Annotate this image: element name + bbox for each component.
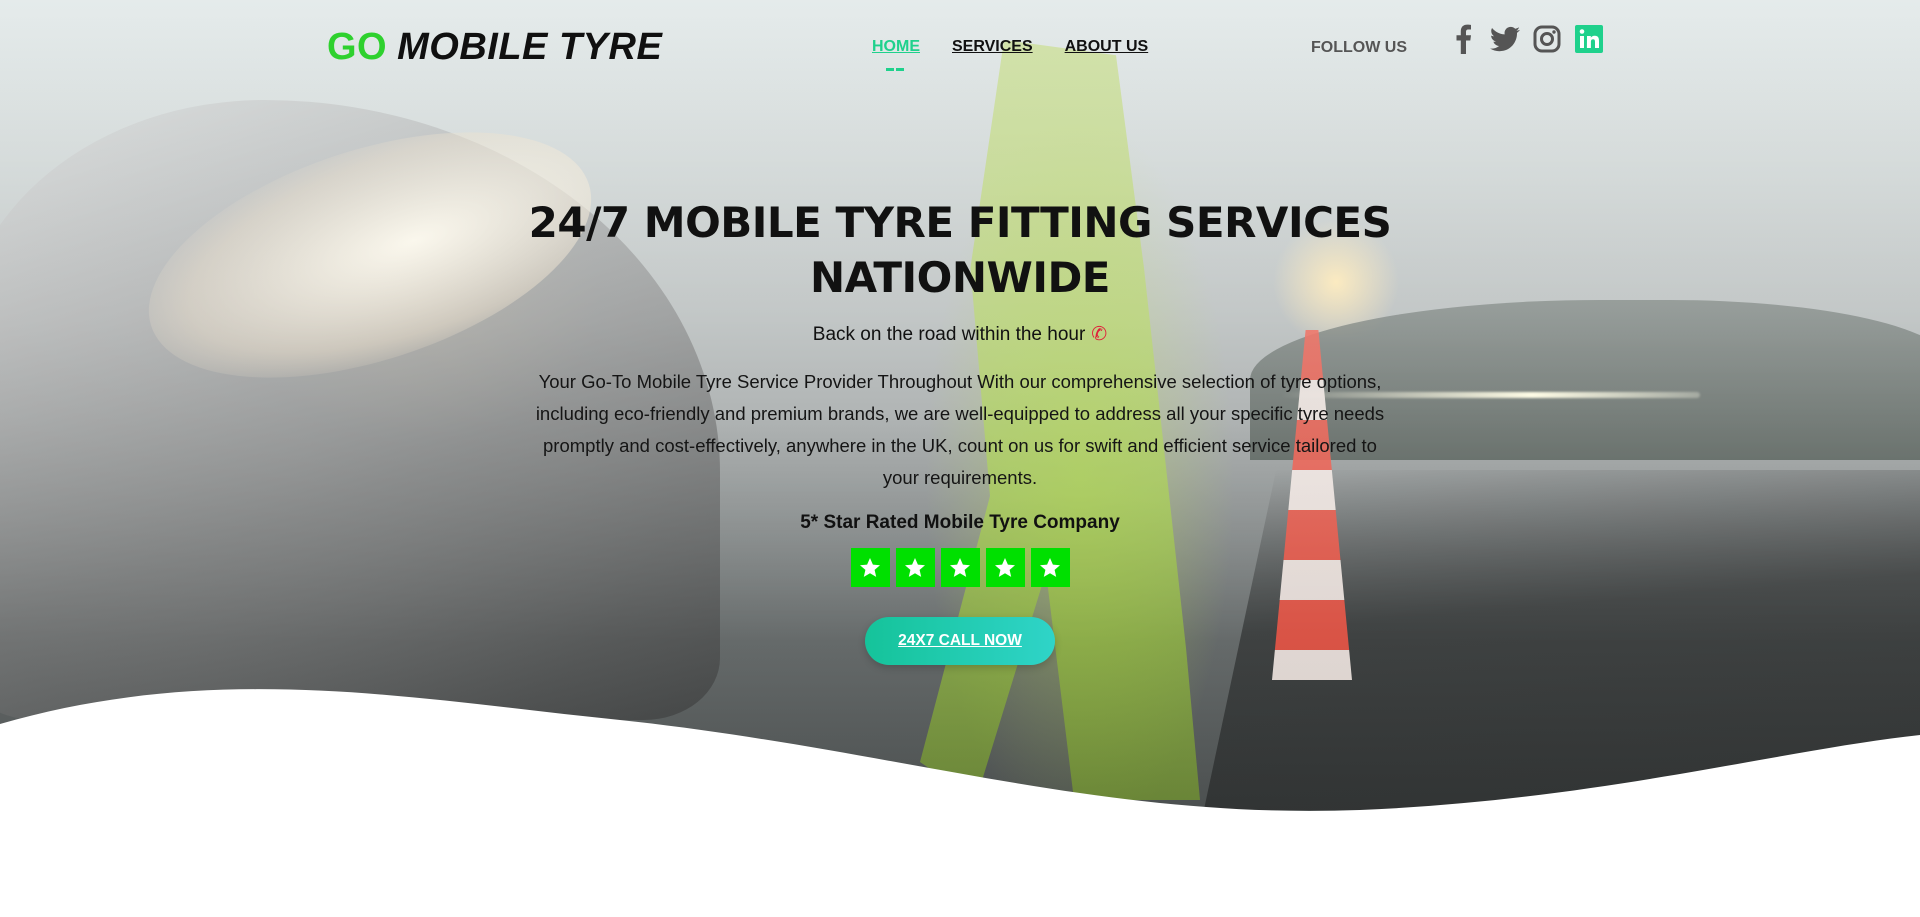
rating-label: 5* Star Rated Mobile Tyre Company <box>800 512 1120 533</box>
nav-home[interactable]: HOME <box>872 38 920 56</box>
instagram-icon[interactable] <box>1532 24 1562 54</box>
hero-content: 24/7 MOBILE TYRE FITTING SERVICES NATION… <box>480 195 1440 665</box>
star-icon <box>985 548 1025 587</box>
hero-description: Your Go-To Mobile Tyre Service Provider … <box>535 371 1385 488</box>
facebook-icon[interactable] <box>1448 24 1478 54</box>
nav-services[interactable]: SERVICES <box>952 38 1033 56</box>
main-nav: HOME SERVICES ABOUT US <box>872 38 1149 71</box>
logo-go: GO <box>327 26 388 68</box>
star-icon <box>895 548 935 587</box>
hero-tagline: Back on the road within the hour ✆ <box>480 323 1440 346</box>
star-icon <box>1030 548 1070 587</box>
star-icon <box>940 548 980 587</box>
phone-icon: ✆ <box>1091 324 1108 345</box>
twitter-icon[interactable] <box>1490 24 1520 54</box>
wave-divider <box>0 689 1920 917</box>
site-logo[interactable]: GO MOBILE TYRE <box>327 26 662 69</box>
star-rating <box>480 548 1440 587</box>
nav-about-us[interactable]: ABOUT US <box>1065 38 1149 56</box>
active-nav-indicator <box>886 68 904 71</box>
hero-title: 24/7 MOBILE TYRE FITTING SERVICES NATION… <box>528 198 1392 302</box>
social-links <box>1448 24 1604 54</box>
linkedin-icon[interactable] <box>1574 24 1604 54</box>
tagline-text: Back on the road within the hour <box>812 324 1086 345</box>
logo-text: MOBILE TYRE <box>397 26 663 68</box>
star-icon <box>850 548 890 587</box>
follow-us-label: FOLLOW US <box>1311 39 1407 56</box>
call-now-button[interactable]: 24X7 CALL NOW <box>865 617 1055 665</box>
